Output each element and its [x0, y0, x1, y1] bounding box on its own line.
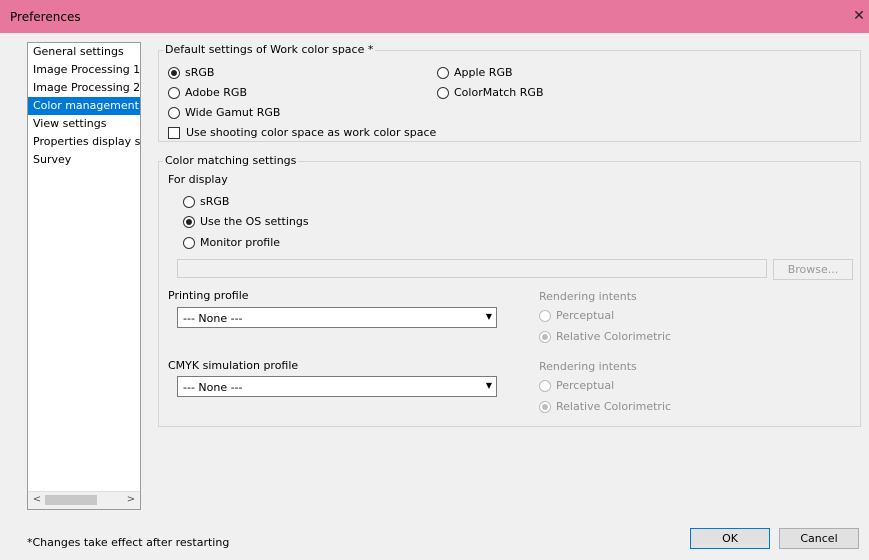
checkbox-indicator — [168, 126, 180, 139]
ok-button[interactable]: OK — [690, 528, 770, 549]
for-display-label: For display — [168, 173, 228, 186]
radio-indicator — [168, 66, 180, 79]
radio-label: Adobe RGB — [185, 86, 248, 99]
cancel-button[interactable]: Cancel — [779, 528, 859, 549]
chevron-down-icon: ▼ — [485, 381, 492, 390]
use-shooting-color-space-checkbox[interactable]: Use shooting color space as work color s… — [168, 126, 436, 139]
work-color-space-legend: Default settings of Work color space * — [163, 43, 376, 56]
printing-profile-select[interactable]: --- None --- ▼ — [177, 307, 497, 328]
radio-label: Perceptual — [556, 379, 615, 392]
radio-label: sRGB — [200, 195, 230, 208]
sidebar-item-properties-display[interactable]: Properties display sett — [28, 133, 140, 151]
radio-indicator — [539, 400, 551, 413]
sidebar-item-general-settings[interactable]: General settings — [28, 43, 140, 61]
radio-label: Relative Colorimetric — [556, 330, 672, 343]
printing-intent-relative-colorimetric[interactable]: Relative Colorimetric — [539, 330, 671, 343]
work-space-radio-apple-rgb[interactable]: Apple RGB — [437, 66, 513, 79]
work-space-radio-adobe-rgb[interactable]: Adobe RGB — [168, 86, 247, 99]
radio-label: Apple RGB — [454, 66, 513, 79]
sidebar-item-survey[interactable]: Survey — [28, 151, 140, 169]
radio-label: sRGB — [185, 66, 215, 79]
monitor-profile-path-field[interactable] — [177, 259, 767, 278]
work-space-radio-wide-gamut[interactable]: Wide Gamut RGB — [168, 106, 280, 119]
close-icon[interactable]: ✕ — [849, 0, 869, 33]
title-bar: Preferences ✕ — [0, 0, 869, 33]
radio-indicator — [539, 309, 551, 322]
radio-indicator — [168, 86, 180, 99]
printing-rendering-intents-label: Rendering intents — [539, 290, 637, 303]
printing-profile-value: --- None --- — [183, 312, 243, 325]
radio-label: Monitor profile — [200, 236, 281, 249]
radio-label: Use the OS settings — [200, 215, 309, 228]
display-radio-srgb[interactable]: sRGB — [183, 195, 229, 208]
checkbox-label: Use shooting color space as work color s… — [186, 126, 437, 139]
radio-indicator — [539, 330, 551, 343]
work-space-radio-srgb[interactable]: sRGB — [168, 66, 214, 79]
radio-indicator — [183, 215, 195, 228]
display-radio-os-settings[interactable]: Use the OS settings — [183, 215, 309, 228]
window-title: Preferences — [10, 10, 81, 24]
color-matching-legend: Color matching settings — [163, 154, 299, 167]
cmyk-profile-select[interactable]: --- None --- ▼ — [177, 376, 497, 397]
printing-profile-label: Printing profile — [168, 289, 249, 302]
radio-indicator — [539, 379, 551, 392]
chevron-left-icon[interactable]: < — [30, 493, 44, 507]
restart-note: *Changes take effect after restarting — [27, 536, 230, 549]
radio-label: Perceptual — [556, 309, 615, 322]
sidebar-item-image-processing-1[interactable]: Image Processing 1 — [28, 61, 140, 79]
chevron-down-icon: ▼ — [485, 312, 492, 321]
cmyk-profile-value: --- None --- — [183, 381, 243, 394]
scrollbar-thumb[interactable] — [45, 495, 97, 505]
display-radio-monitor-profile[interactable]: Monitor profile — [183, 236, 280, 249]
radio-indicator — [183, 236, 195, 249]
radio-indicator — [168, 106, 180, 119]
radio-label: ColorMatch RGB — [454, 86, 544, 99]
sidebar-item-view-settings[interactable]: View settings — [28, 115, 140, 133]
radio-label: Relative Colorimetric — [556, 400, 672, 413]
cmyk-intent-relative-colorimetric[interactable]: Relative Colorimetric — [539, 400, 671, 413]
cmyk-profile-label: CMYK simulation profile — [168, 359, 299, 372]
radio-label: Wide Gamut RGB — [185, 106, 281, 119]
sidebar-item-color-management[interactable]: Color management — [28, 97, 140, 115]
work-space-radio-colormatch[interactable]: ColorMatch RGB — [437, 86, 544, 99]
sidebar-item-image-processing-2[interactable]: Image Processing 2 — [28, 79, 140, 97]
chevron-right-icon[interactable]: > — [124, 493, 138, 507]
cmyk-rendering-intents-label: Rendering intents — [539, 360, 637, 373]
radio-indicator — [437, 66, 449, 79]
horizontal-scrollbar[interactable]: < > — [28, 491, 140, 509]
browse-button[interactable]: Browse... — [773, 259, 853, 280]
printing-intent-perceptual[interactable]: Perceptual — [539, 309, 614, 322]
cmyk-intent-perceptual[interactable]: Perceptual — [539, 379, 614, 392]
radio-indicator — [437, 86, 449, 99]
radio-indicator — [183, 195, 195, 208]
category-list: General settings Image Processing 1 Imag… — [27, 42, 141, 510]
